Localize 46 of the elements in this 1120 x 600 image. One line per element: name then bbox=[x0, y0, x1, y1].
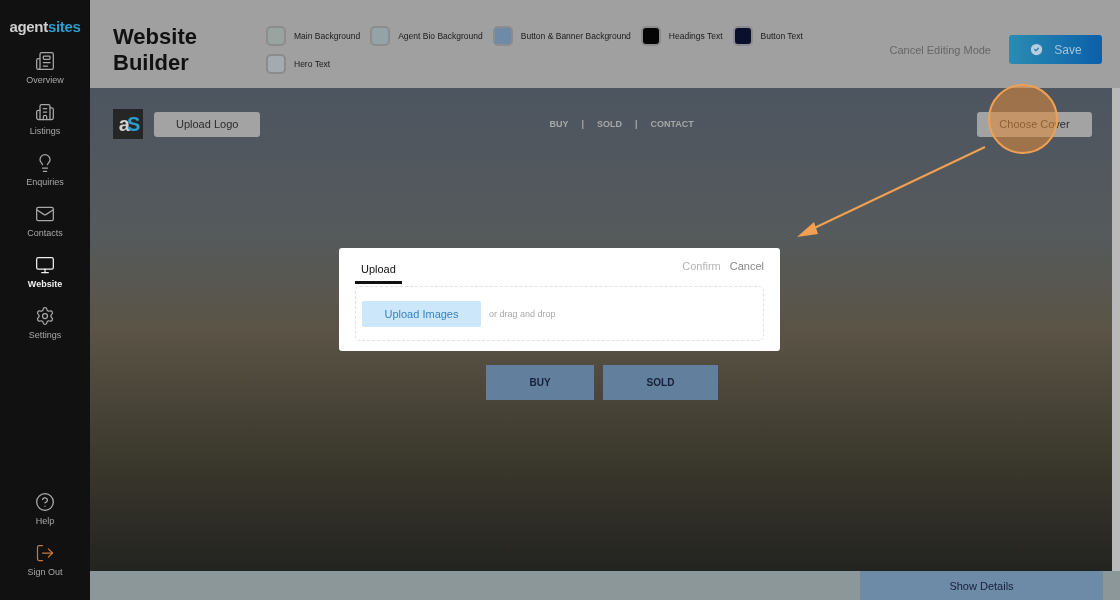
sidebar-item[interactable]: Help bbox=[35, 484, 55, 534]
save-button[interactable]: Save bbox=[1009, 35, 1102, 64]
swatch-label: Hero Text bbox=[294, 59, 331, 69]
color-swatch[interactable] bbox=[640, 26, 661, 46]
sidebar-item[interactable]: Sign Out bbox=[27, 535, 63, 585]
cancel-editing-link[interactable]: Cancel Editing Mode bbox=[889, 43, 991, 56]
nav-link[interactable]: SOLD bbox=[596, 119, 622, 129]
swatch-label: Button & Banner Background bbox=[520, 31, 631, 41]
sign-out-icon bbox=[35, 543, 55, 563]
brand-logo: agentsites bbox=[9, 18, 81, 35]
upload-logo-button[interactable]: Upload Logo bbox=[154, 111, 261, 137]
show-details-button[interactable]: Show Details bbox=[860, 571, 1103, 600]
swatch-label: Headings Text bbox=[668, 31, 723, 41]
color-swatch[interactable] bbox=[492, 26, 513, 46]
sidebar-item[interactable]: Contacts bbox=[27, 196, 63, 246]
swatch-label: Agent Bio Background bbox=[398, 31, 483, 41]
sidebar-item[interactable]: Enquiries bbox=[26, 145, 64, 195]
upload-images-button[interactable]: Upload Images bbox=[362, 300, 481, 327]
monitor-icon bbox=[35, 255, 55, 275]
page-title: Website Builder bbox=[113, 24, 198, 76]
check-icon bbox=[1029, 42, 1045, 57]
settings-icon bbox=[35, 306, 55, 326]
nav-separator: | bbox=[634, 119, 638, 129]
sidebar-item[interactable]: Settings bbox=[28, 298, 62, 348]
dialog-tab[interactable]: Upload bbox=[355, 260, 402, 284]
hero-button[interactable]: SOLD bbox=[603, 365, 718, 400]
hero-button[interactable]: BUY bbox=[486, 365, 594, 400]
nav-link[interactable]: CONTACT bbox=[650, 119, 694, 129]
cancel-link[interactable]: Cancel bbox=[729, 260, 764, 272]
sidebar-item[interactable]: Overview bbox=[26, 43, 64, 93]
color-swatch[interactable] bbox=[732, 26, 753, 46]
drop-zone[interactable]: Upload Images or drag and drop bbox=[355, 286, 764, 341]
drop-hint: or drag and drop bbox=[489, 308, 556, 319]
envelope-icon bbox=[35, 204, 55, 224]
nav-link[interactable]: BUY bbox=[549, 119, 569, 129]
nav-separator: | bbox=[581, 119, 584, 129]
help-icon bbox=[35, 492, 55, 512]
building-icon bbox=[35, 102, 55, 122]
sidebar-item[interactable]: Website bbox=[27, 247, 63, 297]
swatch-label: Main Background bbox=[294, 31, 361, 41]
sidebar-item[interactable]: Listings bbox=[29, 94, 61, 144]
color-swatch[interactable] bbox=[370, 26, 391, 46]
swatch-label: Button Text bbox=[760, 31, 803, 41]
color-swatch[interactable] bbox=[266, 54, 286, 74]
newspaper-icon bbox=[35, 51, 55, 71]
logo-mark: aS bbox=[113, 109, 143, 139]
